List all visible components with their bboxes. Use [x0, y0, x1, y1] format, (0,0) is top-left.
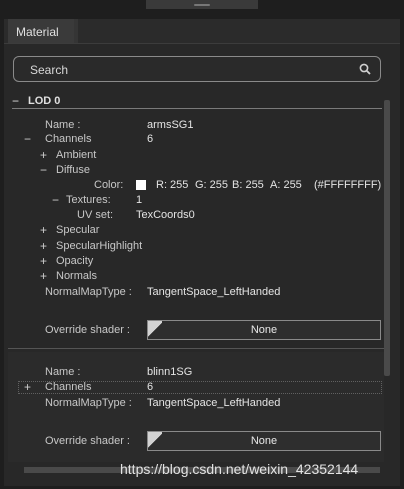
channel-opacity[interactable]: Opacity [56, 255, 93, 267]
material-name-value: blinn1SG [147, 366, 193, 378]
channel-ambient[interactable]: Ambient [56, 149, 96, 161]
material-panel: Search − LOD 0 Name : armsSG1 − Channels… [4, 44, 400, 486]
lod-title: LOD 0 [28, 95, 61, 107]
channels-count: 6 [147, 133, 154, 145]
expand-channels-icon[interactable]: + [24, 381, 31, 393]
override-shader-value: None [250, 435, 278, 447]
material-divider [8, 348, 384, 349]
textures-label: Textures: [66, 194, 111, 206]
uvset-value: TexCoords0 [136, 209, 195, 221]
channel-normals[interactable]: Normals [56, 270, 97, 282]
channel-diffuse[interactable]: Diffuse [56, 164, 90, 176]
watermark: https://blog.csdn.net/weixin_42352144 [120, 461, 359, 477]
tab-bar: Material [4, 19, 400, 44]
color-g: G: 255 [195, 179, 229, 191]
search-input[interactable]: Search [13, 56, 381, 82]
override-shader-dropdown[interactable]: None [147, 320, 381, 340]
name-label: Name : [45, 366, 81, 378]
expand-normals-icon[interactable]: + [40, 270, 47, 282]
vertical-scrollbar[interactable] [384, 100, 390, 376]
tab-material[interactable]: Material [8, 19, 78, 43]
panel-drag-grip[interactable] [146, 0, 258, 9]
lod-0-header[interactable]: − LOD 0 [12, 94, 382, 109]
color-swatch[interactable] [136, 180, 146, 190]
expand-opacity-icon[interactable]: + [40, 255, 47, 267]
search-placeholder: Search [30, 63, 69, 77]
channel-specular-highlight[interactable]: SpecularHighlight [56, 240, 142, 252]
normalmap-label: NormalMapType : [45, 286, 132, 298]
material-name-value: armsSG1 [147, 119, 194, 131]
uvset-label: UV set: [77, 209, 114, 221]
channels-count: 6 [147, 381, 154, 393]
collapse-channels-icon[interactable]: − [24, 133, 31, 145]
channel-specular[interactable]: Specular [56, 224, 99, 236]
color-r: R: 255 [156, 179, 189, 191]
normalmap-label: NormalMapType : [45, 397, 132, 409]
channels-label[interactable]: Channels [45, 381, 91, 393]
override-shader-label: Override shader : [45, 324, 130, 336]
expand-specular-icon[interactable]: + [40, 224, 47, 236]
collapse-diffuse-icon[interactable]: − [40, 164, 47, 176]
override-shader-dropdown[interactable]: None [147, 431, 381, 451]
collapse-icon[interactable]: − [12, 94, 19, 108]
color-label: Color: [94, 179, 124, 191]
normalmap-value: TangentSpace_LeftHanded [147, 397, 281, 409]
color-b: B: 255 [232, 179, 264, 191]
search-icon[interactable] [359, 63, 371, 75]
collapse-textures-icon[interactable]: − [52, 194, 59, 206]
channels-label[interactable]: Channels [45, 133, 91, 145]
override-shader-value: None [250, 324, 278, 336]
override-shader-label: Override shader : [45, 435, 130, 447]
expand-specular-highlight-icon[interactable]: + [40, 240, 47, 252]
normalmap-value: TangentSpace_LeftHanded [147, 286, 281, 298]
expand-ambient-icon[interactable]: + [40, 149, 47, 161]
name-label: Name : [45, 119, 81, 131]
shader-thumbnail [148, 321, 162, 339]
color-hex: (#FFFFFFFF) [314, 179, 382, 191]
shader-thumbnail [148, 432, 162, 450]
color-a: A: 255 [270, 179, 302, 191]
textures-count: 1 [136, 194, 143, 206]
